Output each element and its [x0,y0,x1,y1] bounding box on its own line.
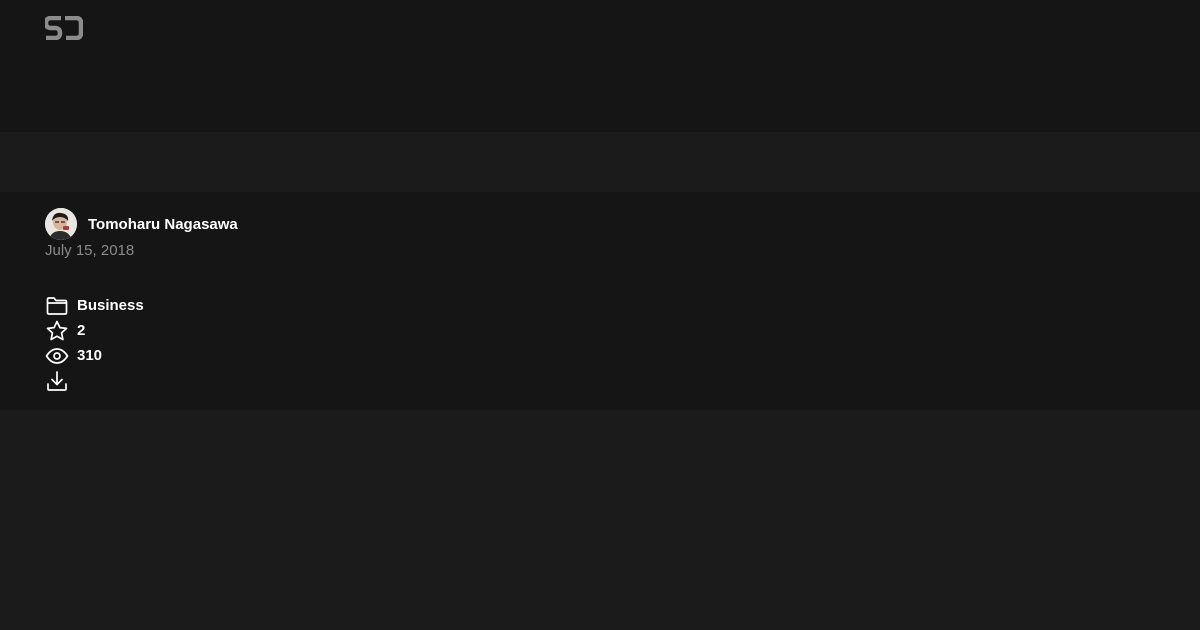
sd-logo-icon [43,15,84,41]
category-link[interactable]: Business [45,293,144,318]
star-icon [46,320,68,340]
download-icon [47,370,67,391]
title-band [0,132,1200,192]
download-button[interactable] [45,368,144,393]
slide-info-section: Tomoharu Nagasawa July 15, 2018 Business… [0,192,1200,410]
category-label[interactable]: Business [77,297,144,314]
site-header [0,0,1200,132]
author-name[interactable]: Tomoharu Nagasawa [88,216,238,233]
star-count: 2 [77,322,86,339]
star-button[interactable]: 2 [45,318,144,343]
author[interactable]: Tomoharu Nagasawa [45,208,238,240]
slide-meta: Business 2 310 [45,293,144,393]
published-date: July 15, 2018 [45,242,135,259]
views: 310 [45,343,144,368]
logo[interactable] [43,15,84,41]
avatar[interactable] [45,208,77,240]
view-count: 310 [77,347,103,364]
folder-icon [46,296,68,315]
eye-icon [45,347,69,364]
